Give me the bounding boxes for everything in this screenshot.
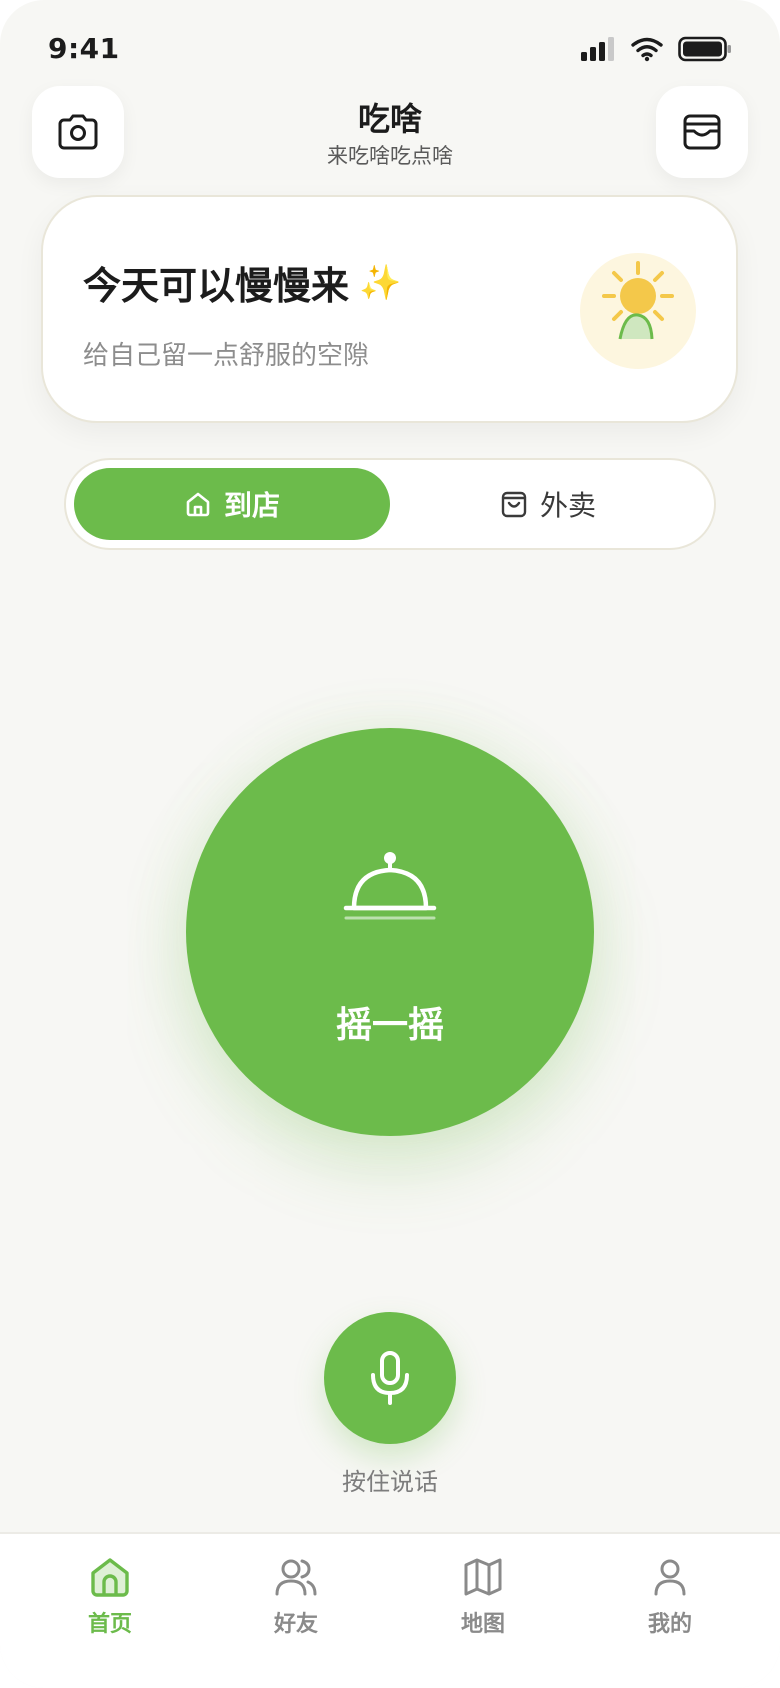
sun-badge	[580, 253, 696, 369]
greeting-title: 今天可以慢慢来 ✨	[83, 255, 401, 310]
tab-profile[interactable]: 我的	[610, 1556, 730, 1638]
voice-button[interactable]	[324, 1312, 456, 1444]
status-icons	[580, 34, 732, 64]
inbox-icon	[683, 114, 721, 150]
tab-home-label: 首页	[87, 1612, 132, 1637]
inbox-button[interactable]	[656, 86, 748, 178]
voice-label: 按住说话	[342, 1468, 438, 1496]
battery-icon	[678, 36, 731, 62]
tab-delivery-label: 外卖	[539, 489, 596, 522]
store-icon	[186, 492, 210, 517]
app-screen: 9:41 吃啥 来吃啥吃点啥 今天可以慢慢来 ✨ 给自己留一点舒服的空隙 到店 …	[0, 0, 780, 1688]
microphone-icon	[371, 1351, 409, 1405]
greeting-card: 今天可以慢慢来 ✨ 给自己留一点舒服的空隙	[41, 195, 738, 423]
bag-icon	[501, 491, 527, 518]
sun-icon	[602, 261, 674, 340]
tab-bar: 首页 好友 地图 我的	[0, 1532, 780, 1688]
home-icon	[91, 1558, 129, 1597]
shake-label: 摇一摇	[335, 1005, 444, 1046]
tab-dine-in-label: 到店	[223, 489, 280, 522]
tab-map-label: 地图	[460, 1612, 505, 1637]
signal-icon	[581, 37, 614, 61]
wifi-icon	[631, 37, 663, 62]
sparkle-icon: ✨	[359, 262, 402, 303]
friends-icon	[275, 1559, 317, 1596]
status-time: 9:41	[48, 32, 120, 65]
tab-friends[interactable]: 好友	[236, 1556, 356, 1638]
map-icon	[464, 1558, 502, 1596]
tab-dine-in[interactable]: 到店	[74, 468, 390, 540]
dish-cloche-icon	[343, 852, 437, 920]
greeting-title-text: 今天可以慢慢来	[83, 264, 350, 308]
greeting-subtitle: 给自己留一点舒服的空隙	[83, 341, 370, 371]
mode-toggle: 到店 外卖	[64, 458, 716, 550]
tab-home[interactable]: 首页	[50, 1556, 170, 1638]
profile-icon	[654, 1559, 686, 1596]
shake-button[interactable]: 摇一摇	[186, 728, 594, 1136]
tab-profile-label: 我的	[647, 1612, 692, 1637]
tab-delivery[interactable]: 外卖	[390, 468, 706, 540]
tab-friends-label: 好友	[273, 1612, 318, 1637]
tab-map[interactable]: 地图	[423, 1556, 543, 1638]
